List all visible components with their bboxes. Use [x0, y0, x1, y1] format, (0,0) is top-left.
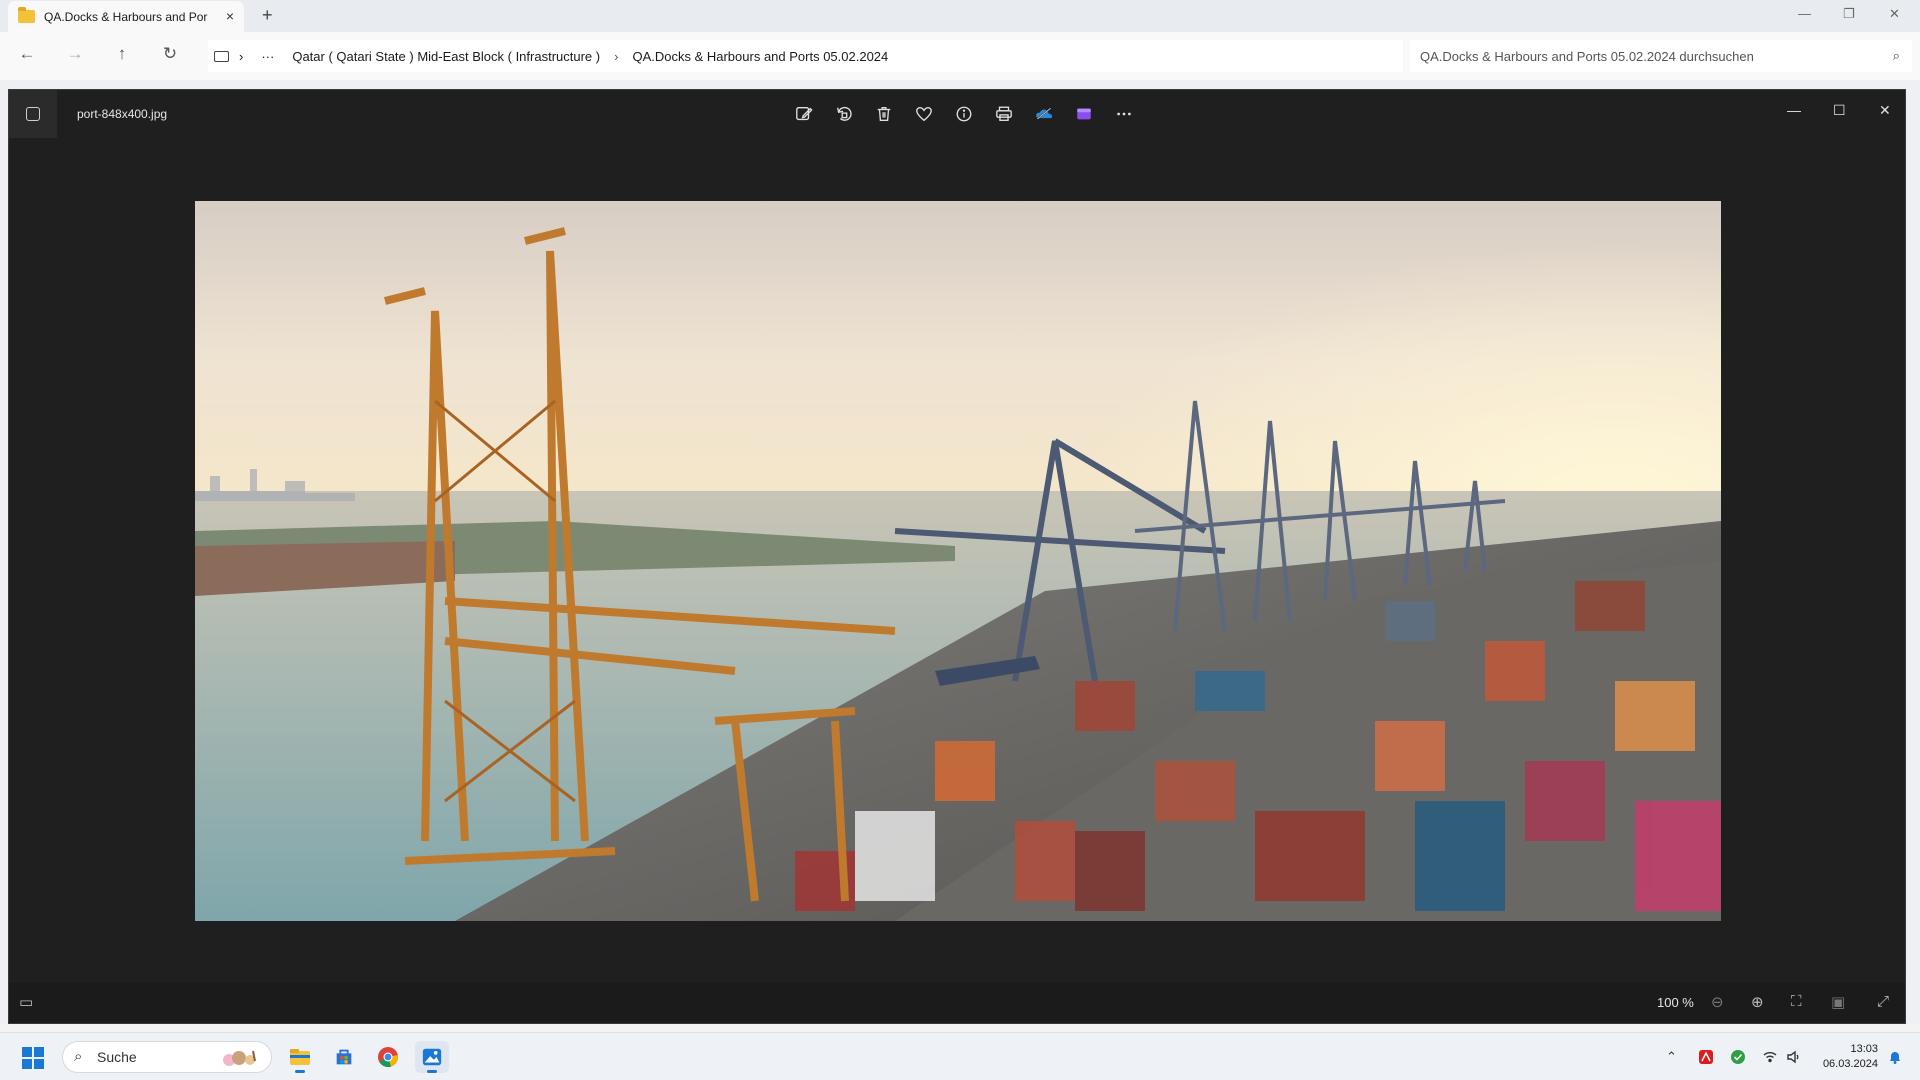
port-photo-illustration [195, 201, 1721, 921]
security-tray-icon[interactable] [1730, 1049, 1746, 1068]
tab-close-icon[interactable]: × [226, 8, 234, 24]
info-icon[interactable] [949, 100, 979, 128]
print-icon[interactable] [989, 100, 1019, 128]
explorer-tab[interactable]: QA.Docks & Harbours and Por × [8, 1, 244, 32]
delete-icon[interactable] [869, 100, 899, 128]
photos-minimize-button[interactable]: — [1787, 102, 1801, 118]
wifi-icon[interactable] [1762, 1049, 1778, 1068]
zoom-level[interactable]: 100 % [1657, 995, 1694, 1010]
search-icon: ⌕ [74, 1048, 83, 1065]
photos-maximize-button[interactable]: ☐ [1833, 102, 1846, 119]
breadcrumb-item-qatar[interactable]: Qatar ( Qatari State ) Mid-East Block ( … [292, 49, 600, 64]
search-icon: ⌕ [1892, 48, 1900, 63]
explorer-minimize-button[interactable]: — [1798, 6, 1811, 21]
photos-app-icon[interactable] [9, 90, 57, 138]
fullscreen-icon[interactable]: ⤢ [1877, 993, 1889, 1010]
breadcrumb: › ··· Qatar ( Qatari State ) Mid-East Bl… [208, 40, 1403, 72]
file-explorer-taskbar-icon[interactable] [283, 1041, 317, 1073]
explorer-status-bar [0, 1024, 1920, 1032]
edit-image-icon[interactable] [789, 100, 819, 128]
more-options-icon[interactable] [1109, 100, 1139, 128]
explorer-maximize-button[interactable]: ❐ [1843, 6, 1855, 22]
folder-search-input[interactable]: QA.Docks & Harbours and Ports 05.02.2024… [1410, 40, 1912, 72]
photos-footer: ▭ 100 % ⊖ ⊕ ⛶ ▣ ⤢ [9, 983, 1905, 1023]
clipchamp-icon[interactable] [1069, 100, 1099, 128]
taskbar-search-label: Suche [97, 1049, 137, 1065]
photos-title-bar: port-848x400.jpg — ☐ ✕ [9, 90, 1905, 138]
rotate-icon[interactable] [829, 100, 859, 128]
photos-close-button[interactable]: ✕ [1879, 102, 1891, 119]
port-photo [195, 201, 1721, 921]
taskbar-search-input[interactable]: ⌕ Suche [62, 1041, 272, 1073]
photos-viewer-window: port-848x400.jpg — ☐ ✕ ▭ 100 % ⊖ ⊕ ⛶ ▣ ⤢ [8, 89, 1906, 1024]
active-indicator [295, 1070, 305, 1073]
computer-icon[interactable] [214, 50, 229, 62]
volume-icon[interactable] [1786, 1049, 1802, 1068]
acrobat-tray-icon[interactable] [1698, 1049, 1714, 1068]
back-arrow-icon[interactable]: ← [16, 44, 38, 64]
clock-time: 13:03 [1850, 1043, 1878, 1055]
zoom-in-icon[interactable]: ⊕ [1751, 993, 1764, 1011]
explorer-address-bar: ← → ↑ ↻ › ··· Qatar ( Qatari State ) Mid… [0, 32, 1920, 80]
show-hidden-icons-icon[interactable]: ⌃ [1666, 1049, 1677, 1065]
explorer-tab-bar: QA.Docks & Harbours and Por × + — ❐ ✕ [0, 0, 1920, 32]
clock-date: 06.03.2024 [1822, 1058, 1878, 1070]
notifications-bell-icon[interactable] [1887, 1049, 1903, 1068]
up-arrow-icon[interactable]: ↑ [111, 44, 133, 64]
fit-to-window-icon[interactable]: ⛶ [1791, 993, 1802, 1010]
file-name: port-848x400.jpg [77, 107, 168, 121]
actual-size-icon[interactable]: ▣ [1831, 993, 1845, 1011]
search-highlight-icon [223, 1050, 256, 1066]
breadcrumb-more-icon[interactable]: ··· [261, 49, 274, 64]
search-placeholder: QA.Docks & Harbours and Ports 05.02.2024… [1420, 48, 1754, 64]
breadcrumb-item-current-folder[interactable]: QA.Docks & Harbours and Ports 05.02.2024 [632, 49, 888, 64]
onedrive-icon[interactable] [1029, 100, 1059, 128]
photos-toolbar [789, 100, 1139, 128]
taskbar: ⌕ Suche ⌃ 13:03 06.03.2024 [0, 1032, 1920, 1080]
filmstrip-icon[interactable]: ▭ [19, 993, 33, 1011]
breadcrumb-chevron-icon[interactable]: › [614, 49, 618, 64]
tab-title: QA.Docks & Harbours and Por [44, 9, 208, 24]
windows-start-icon[interactable] [22, 1047, 44, 1069]
active-indicator [427, 1070, 437, 1073]
breadcrumb-chevron-icon[interactable]: › [239, 49, 243, 64]
chrome-icon[interactable] [371, 1041, 405, 1073]
refresh-icon[interactable]: ↻ [159, 44, 181, 64]
photos-taskbar-icon[interactable] [415, 1041, 449, 1073]
microsoft-store-icon[interactable] [327, 1041, 361, 1073]
explorer-close-button[interactable]: ✕ [1889, 6, 1900, 22]
forward-arrow-icon[interactable]: → [64, 44, 86, 64]
favorite-icon[interactable] [909, 100, 939, 128]
zoom-out-icon[interactable]: ⊖ [1711, 993, 1724, 1011]
new-tab-icon[interactable]: + [262, 5, 273, 26]
folder-icon [18, 7, 35, 23]
system-clock[interactable]: 13:03 06.03.2024 [1810, 1042, 1878, 1072]
